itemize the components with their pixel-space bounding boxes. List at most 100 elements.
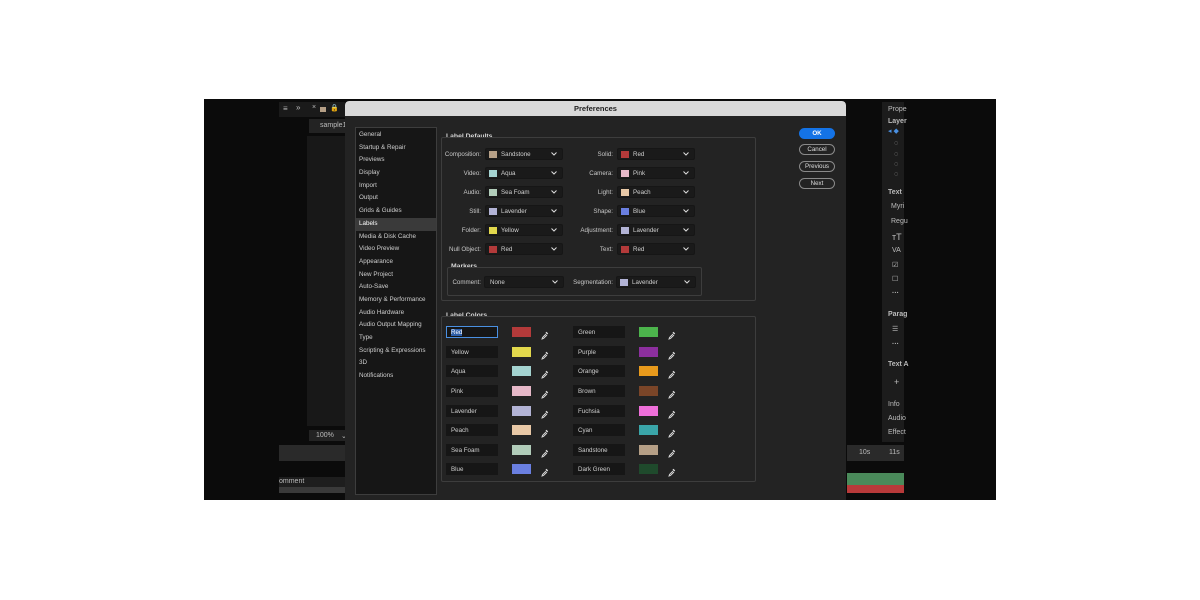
eyedropper-icon[interactable] — [668, 464, 676, 477]
stopwatch-icon[interactable]: ◌ — [894, 151, 898, 158]
label-color-swatch-fuchsia[interactable] — [639, 406, 658, 416]
eyedropper-icon[interactable] — [541, 425, 549, 438]
close-icon[interactable]: × — [312, 104, 316, 111]
comment-marker-dropdown[interactable]: None — [484, 276, 564, 288]
category-item-notifications[interactable]: Notifications — [356, 370, 436, 383]
eyedropper-icon[interactable] — [668, 347, 676, 360]
timeline-layer-bar-green[interactable] — [847, 473, 904, 485]
label-color-name-lavender[interactable]: Lavender — [446, 405, 498, 417]
eyedropper-icon[interactable] — [668, 386, 676, 399]
info-panel-tab[interactable]: Info — [888, 401, 900, 408]
solid-dropdown[interactable]: Red — [617, 148, 695, 160]
eyedropper-icon[interactable] — [541, 327, 549, 340]
label-color-swatch-cyan[interactable] — [639, 425, 658, 435]
category-item-new-project[interactable]: New Project — [356, 269, 436, 282]
fill-checkbox[interactable]: ☑ — [892, 261, 898, 269]
folder-dropdown[interactable]: Yellow — [485, 224, 563, 236]
font-family-dropdown[interactable]: Myri — [891, 203, 904, 210]
label-color-swatch-yellow[interactable] — [512, 347, 531, 357]
label-color-swatch-orange[interactable] — [639, 366, 658, 376]
font-size-icon[interactable]: ᴛT — [892, 232, 902, 242]
category-item-audio-hardware[interactable]: Audio Hardware — [356, 307, 436, 320]
label-color-name-pink[interactable]: Pink — [446, 385, 498, 397]
eyedropper-icon[interactable] — [668, 327, 676, 340]
comp-tab[interactable]: sample1 — [309, 119, 346, 133]
stopwatch-icon[interactable]: ◌ — [894, 171, 898, 178]
previous-button[interactable]: Previous — [799, 161, 835, 172]
eyedropper-icon[interactable] — [668, 445, 676, 458]
stopwatch-icon[interactable]: ◌ — [894, 161, 898, 168]
adjustment-dropdown[interactable]: Lavender — [617, 224, 695, 236]
segmentation-marker-dropdown[interactable]: Lavender — [616, 276, 696, 288]
category-item-memory-and-performance[interactable]: Memory & Performance — [356, 294, 436, 307]
label-color-name-peach[interactable]: Peach — [446, 424, 498, 436]
eyedropper-icon[interactable] — [541, 366, 549, 379]
audio-panel-tab[interactable]: Audio — [888, 415, 906, 422]
cancel-button[interactable]: Cancel — [799, 144, 835, 155]
category-item-scripting-and-expressions[interactable]: Scripting & Expressions — [356, 345, 436, 358]
still-dropdown[interactable]: Lavender — [485, 205, 563, 217]
label-color-swatch-pink[interactable] — [512, 386, 531, 396]
label-color-swatch-aqua[interactable] — [512, 366, 531, 376]
eyedropper-icon[interactable] — [668, 406, 676, 419]
hamburger-icon[interactable]: ≡ — [283, 104, 288, 113]
more-icon[interactable]: ··· — [892, 341, 899, 348]
category-item-type[interactable]: Type — [356, 332, 436, 345]
eyedropper-icon[interactable] — [541, 406, 549, 419]
layer-expand-icon[interactable]: ◂ ◆ — [888, 127, 899, 135]
label-color-swatch-blue[interactable] — [512, 464, 531, 474]
video-dropdown[interactable]: Aqua — [485, 167, 563, 179]
category-item-general[interactable]: General — [356, 129, 436, 142]
category-item-appearance[interactable]: Appearance — [356, 256, 436, 269]
tracking-icon[interactable]: VA — [892, 247, 901, 254]
shape-dropdown[interactable]: Blue — [617, 205, 695, 217]
null-object-dropdown[interactable]: Red — [485, 243, 563, 255]
timeline-layer-bar-red[interactable] — [847, 485, 904, 493]
category-item-startup-and-repair[interactable]: Startup & Repair — [356, 142, 436, 155]
category-item-grids-and-guides[interactable]: Grids & Guides — [356, 205, 436, 218]
label-color-swatch-lavender[interactable] — [512, 406, 531, 416]
label-color-name-dark-green[interactable]: Dark Green — [573, 463, 625, 475]
more-icon[interactable]: ··· — [892, 290, 899, 297]
add-icon[interactable]: + — [894, 377, 899, 387]
category-item-output[interactable]: Output — [356, 192, 436, 205]
label-color-swatch-sea-foam[interactable] — [512, 445, 531, 455]
label-color-name-sea-foam[interactable]: Sea Foam — [446, 444, 498, 456]
stopwatch-icon[interactable]: ◌ — [894, 140, 898, 147]
label-color-swatch-red[interactable] — [512, 327, 531, 337]
label-color-name-sandstone[interactable]: Sandstone — [573, 444, 625, 456]
label-color-swatch-sandstone[interactable] — [639, 445, 658, 455]
camera-dropdown[interactable]: Pink — [617, 167, 695, 179]
label-color-name-cyan[interactable]: Cyan — [573, 424, 625, 436]
category-item-auto-save[interactable]: Auto-Save — [356, 281, 436, 294]
stroke-checkbox[interactable]: ☐ — [892, 275, 898, 283]
category-item-import[interactable]: Import — [356, 180, 436, 193]
next-button[interactable]: Next — [799, 178, 835, 189]
category-item-labels[interactable]: Labels — [356, 217, 436, 231]
label-color-swatch-brown[interactable] — [639, 386, 658, 396]
font-style-dropdown[interactable]: Regu — [891, 218, 908, 225]
label-color-name-brown[interactable]: Brown — [573, 385, 625, 397]
label-color-swatch-purple[interactable] — [639, 347, 658, 357]
lock-icon[interactable]: 🔒 — [330, 104, 339, 112]
category-item-previews[interactable]: Previews — [356, 154, 436, 167]
label-color-name-green[interactable]: Green — [573, 326, 625, 338]
eyedropper-icon[interactable] — [668, 366, 676, 379]
category-item-video-preview[interactable]: Video Preview — [356, 243, 436, 256]
label-color-name-yellow[interactable]: Yellow — [446, 346, 498, 358]
label-color-name-red[interactable]: Red — [446, 326, 498, 338]
text-dropdown[interactable]: Red — [617, 243, 695, 255]
composition-dropdown[interactable]: Sandstone — [485, 148, 563, 160]
eyedropper-icon[interactable] — [668, 425, 676, 438]
category-item-media-and-disk-cache[interactable]: Media & Disk Cache — [356, 231, 436, 244]
effects-panel-tab[interactable]: Effect — [888, 429, 906, 436]
eyedropper-icon[interactable] — [541, 464, 549, 477]
eyedropper-icon[interactable] — [541, 445, 549, 458]
category-item-3d[interactable]: 3D — [356, 357, 436, 370]
ok-button[interactable]: OK — [799, 128, 835, 139]
label-color-name-purple[interactable]: Purple — [573, 346, 625, 358]
double-chevron-icon[interactable]: » — [296, 103, 300, 112]
label-color-name-orange[interactable]: Orange — [573, 365, 625, 377]
label-color-name-blue[interactable]: Blue — [446, 463, 498, 475]
label-color-name-fuchsia[interactable]: Fuchsia — [573, 405, 625, 417]
